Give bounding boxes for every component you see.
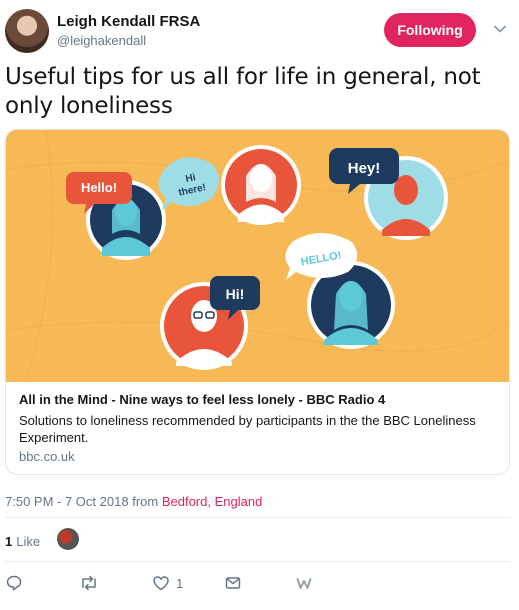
tweet-header: Leigh Kendall FRSA @leighakendall Follow… <box>0 0 519 60</box>
following-button[interactable]: Following <box>384 13 476 47</box>
w-icon <box>296 578 312 589</box>
reply-icon <box>6 575 22 591</box>
tweet-location[interactable]: Bedford, England <box>162 494 262 509</box>
tweet-time[interactable]: 7:50 PM - 7 Oct 2018 <box>5 494 129 509</box>
retweet-icon <box>82 575 96 591</box>
like-button[interactable]: 1 <box>152 574 183 592</box>
card-title[interactable]: All in the Mind - Nine ways to feel less… <box>19 392 385 407</box>
person-2-illustration <box>221 145 301 225</box>
card-domain: bbc.co.uk <box>19 449 75 464</box>
chevron-down-icon[interactable] <box>493 22 507 36</box>
tweet-actions: 1 <box>0 570 519 600</box>
reply-button[interactable] <box>5 574 23 592</box>
like-action-count: 1 <box>176 575 184 591</box>
readability-button[interactable] <box>296 574 312 592</box>
hey-bubble-text: Hey! <box>348 160 381 177</box>
author-name[interactable]: Leigh Kendall FRSA <box>57 13 200 30</box>
divider <box>5 561 510 562</box>
hello-bubble-text: Hello! <box>81 180 117 195</box>
likes-label: Like <box>16 534 41 549</box>
tweet-text: Useful tips for us all for life in gener… <box>5 64 481 119</box>
heart-icon <box>153 576 169 591</box>
envelope-icon <box>225 577 241 589</box>
direct-message-button[interactable] <box>224 574 242 592</box>
card-image: Hello! Hi there! Hey! Hi! HELLO! <box>6 130 509 382</box>
from-label: from <box>132 494 159 509</box>
author-handle[interactable]: @leighakendall <box>57 33 146 48</box>
divider <box>5 517 510 518</box>
retweet-button[interactable] <box>79 574 99 592</box>
likes-count: 1 <box>5 534 13 549</box>
author-avatar[interactable] <box>5 9 49 53</box>
hi-bubble-text: Hi! <box>226 286 245 302</box>
likes-stat[interactable]: 1 Like <box>5 534 40 549</box>
card-description: Solutions to loneliness recommended by p… <box>19 413 476 445</box>
link-card[interactable]: Hello! Hi there! Hey! Hi! HELLO! All in … <box>5 129 510 475</box>
liker-avatar[interactable] <box>57 528 79 550</box>
tweet-timestamp: 7:50 PM - 7 Oct 2018 from Bedford, Engla… <box>5 494 262 509</box>
